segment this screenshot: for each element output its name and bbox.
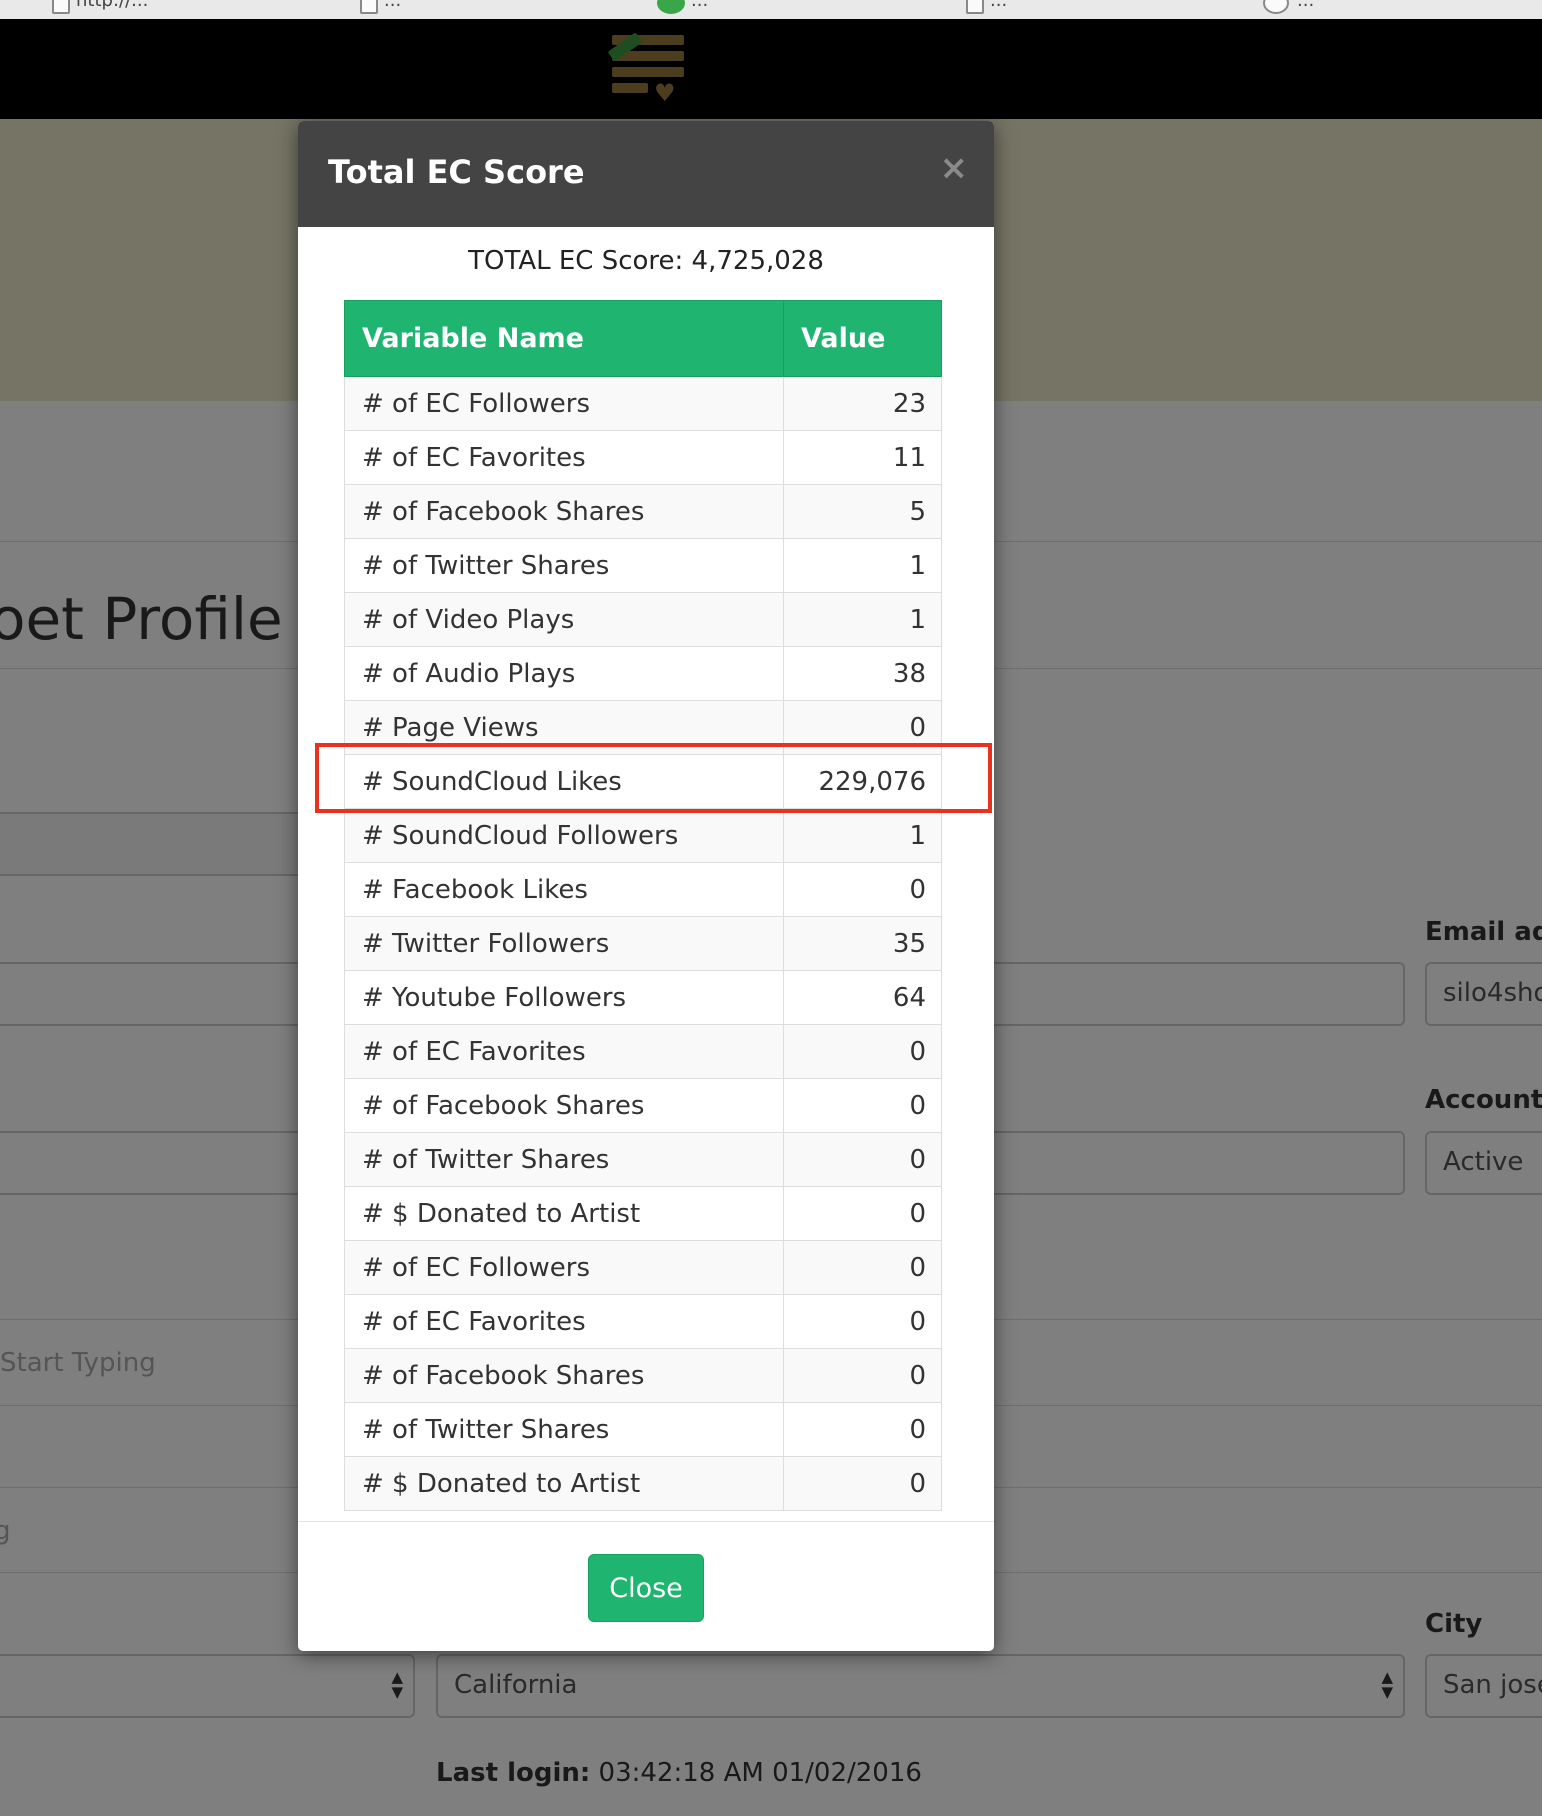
variable-name-cell: # SoundCloud Likes: [344, 754, 784, 809]
table-row: # SoundCloud Followers 1: [344, 808, 942, 863]
variable-name-cell: # Youtube Followers: [344, 970, 784, 1025]
table-row: # of EC Favorites 11: [344, 430, 942, 485]
value-cell: 1: [783, 592, 942, 647]
value-cell: 0: [783, 700, 942, 755]
variable-name-cell: # of EC Favorites: [344, 1294, 784, 1349]
variable-name-cell: # Page Views: [344, 700, 784, 755]
table-row: # Twitter Followers 35: [344, 916, 942, 971]
column-header-value: Value: [783, 300, 942, 377]
variable-name-cell: # of Facebook Shares: [344, 1078, 784, 1133]
value-cell: 1: [783, 538, 942, 593]
total-ec-score: TOTAL EC Score: 4,725,028: [468, 246, 824, 276]
variable-name-cell: # of EC Favorites: [344, 430, 784, 485]
variable-name-cell: # of EC Followers: [344, 376, 784, 431]
table-row: # SoundCloud Likes 229,076: [344, 754, 942, 809]
value-cell: 38: [783, 646, 942, 701]
table-row: # of Facebook Shares 0: [344, 1348, 942, 1403]
value-cell: 229,076: [783, 754, 942, 809]
table-row: # Page Views 0: [344, 700, 942, 755]
variable-name-cell: # of Video Plays: [344, 592, 784, 647]
table-row: # of EC Favorites 0: [344, 1294, 942, 1349]
clock-icon: [1263, 0, 1289, 14]
variable-name-cell: # of EC Favorites: [344, 1024, 784, 1079]
table-row: # of EC Followers 0: [344, 1240, 942, 1295]
modal-footer-divider: [298, 1521, 994, 1522]
value-cell: 0: [783, 1402, 942, 1457]
value-cell: 11: [783, 430, 942, 485]
value-cell: 0: [783, 1240, 942, 1295]
modal-title: Total EC Score: [328, 153, 585, 191]
variable-name-cell: # $ Donated to Artist: [344, 1456, 784, 1511]
variable-name-cell: # of Audio Plays: [344, 646, 784, 701]
table-row: # of Facebook Shares 5: [344, 484, 942, 539]
score-table: Variable Name Value # of EC Followers 23 #…: [344, 300, 942, 1511]
value-cell: 0: [783, 1348, 942, 1403]
value-cell: 0: [783, 1294, 942, 1349]
table-header-row: Variable Name Value: [344, 300, 942, 377]
value-cell: 5: [783, 484, 942, 539]
page-icon: [966, 0, 984, 14]
table-row: # Facebook Likes 0: [344, 862, 942, 917]
value-cell: 23: [783, 376, 942, 431]
variable-name-cell: # Facebook Likes: [344, 862, 784, 917]
page-icon: [360, 0, 378, 14]
value-cell: 0: [783, 1132, 942, 1187]
table-row: # of Video Plays 1: [344, 592, 942, 647]
value-cell: 0: [783, 1186, 942, 1241]
table-row: # of Twitter Shares 0: [344, 1402, 942, 1457]
close-button[interactable]: Close: [588, 1554, 704, 1622]
column-header-variable-name: Variable Name: [344, 300, 784, 377]
variable-name-cell: # of Twitter Shares: [344, 538, 784, 593]
table-row: # $ Donated to Artist 0: [344, 1456, 942, 1511]
variable-name-cell: # $ Donated to Artist: [344, 1186, 784, 1241]
table-row: # of Twitter Shares 0: [344, 1132, 942, 1187]
table-row: # $ Donated to Artist 0: [344, 1186, 942, 1241]
value-cell: 0: [783, 862, 942, 917]
table-row: # of EC Followers 23: [344, 376, 942, 431]
value-cell: 35: [783, 916, 942, 971]
table-row: # of Facebook Shares 0: [344, 1078, 942, 1133]
close-icon[interactable]: ×: [940, 151, 969, 185]
app-icon: [657, 0, 685, 14]
variable-name-cell: # of Twitter Shares: [344, 1402, 784, 1457]
table-row: # of EC Favorites 0: [344, 1024, 942, 1079]
table-row: # of Audio Plays 38: [344, 646, 942, 701]
variable-name-cell: # of EC Followers: [344, 1240, 784, 1295]
value-cell: 0: [783, 1024, 942, 1079]
table-row: # of Twitter Shares 1: [344, 538, 942, 593]
bookmarks-bar: http://... ... ... ... ...: [0, 0, 1542, 19]
variable-name-cell: # of Twitter Shares: [344, 1132, 784, 1187]
table-row: # Youtube Followers 64: [344, 970, 942, 1025]
variable-name-cell: # of Facebook Shares: [344, 484, 784, 539]
variable-name-cell: # SoundCloud Followers: [344, 808, 784, 863]
value-cell: 0: [783, 1078, 942, 1133]
variable-name-cell: # Twitter Followers: [344, 916, 784, 971]
value-cell: 0: [783, 1456, 942, 1511]
page-icon: [52, 0, 70, 14]
value-cell: 64: [783, 970, 942, 1025]
ec-score-modal: Total EC Score × TOTAL EC Score: 4,725,0…: [298, 121, 994, 1651]
variable-name-cell: # of Facebook Shares: [344, 1348, 784, 1403]
value-cell: 1: [783, 808, 942, 863]
modal-header: Total EC Score ×: [298, 121, 994, 227]
